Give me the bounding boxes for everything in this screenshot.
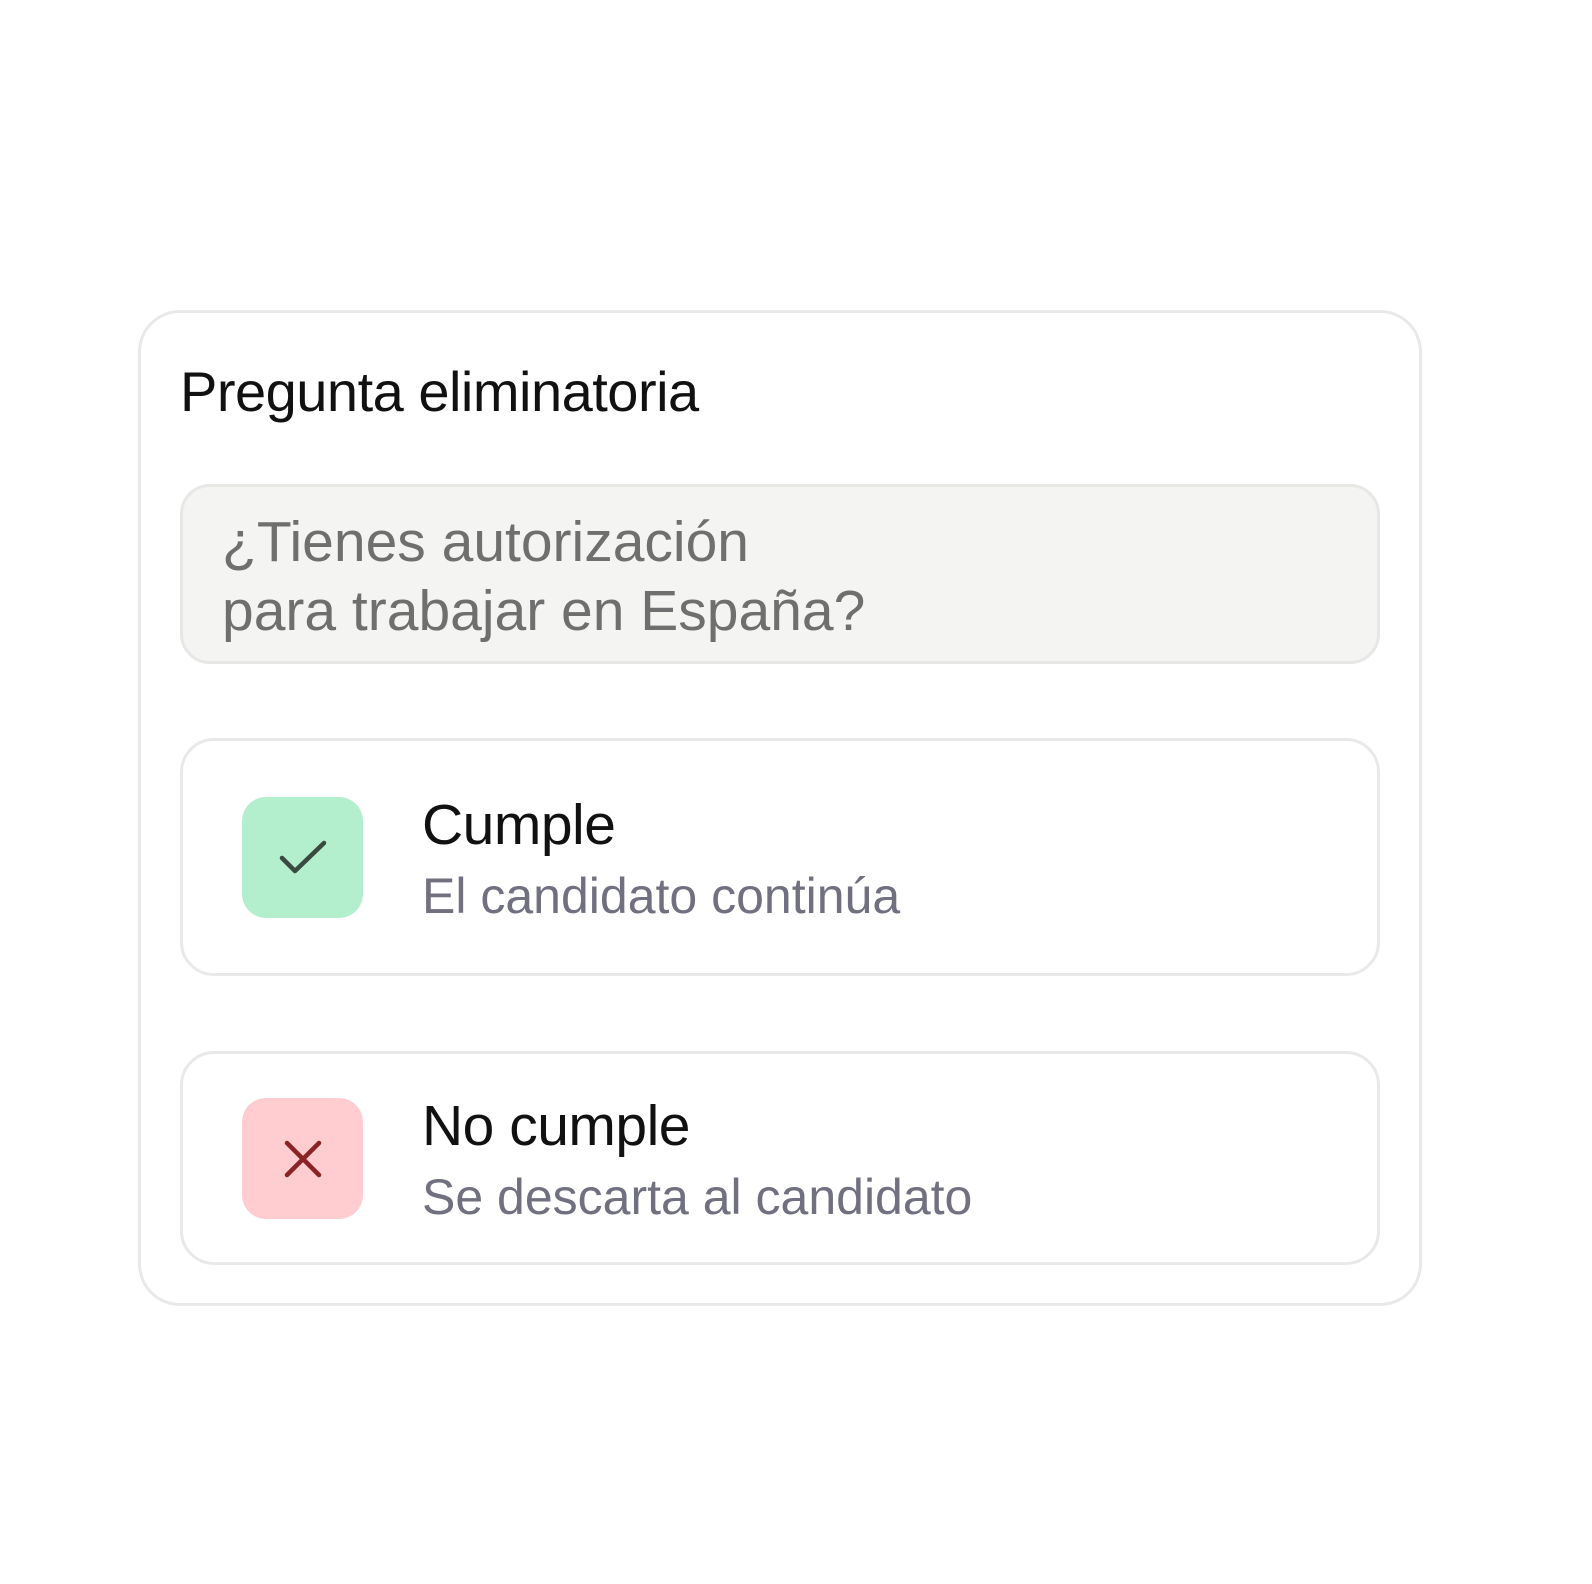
close-badge — [242, 1098, 363, 1219]
question-text: ¿Tienes autorización para trabajar en Es… — [222, 508, 1322, 646]
option-no-cumple-subtitle: Se descarta al candidato — [422, 1169, 973, 1225]
check-icon — [279, 840, 326, 873]
question-line-2: para trabajar en España? — [222, 579, 866, 643]
card-title: Pregunta eliminatoria — [180, 360, 699, 423]
question-line-1: ¿Tienes autorización — [222, 510, 749, 574]
option-no-cumple-title: No cumple — [422, 1094, 690, 1158]
close-icon — [284, 1140, 321, 1177]
option-cumple-subtitle: El candidato continúa — [422, 868, 901, 924]
option-cumple-title: Cumple — [422, 793, 616, 857]
check-badge — [242, 797, 363, 918]
